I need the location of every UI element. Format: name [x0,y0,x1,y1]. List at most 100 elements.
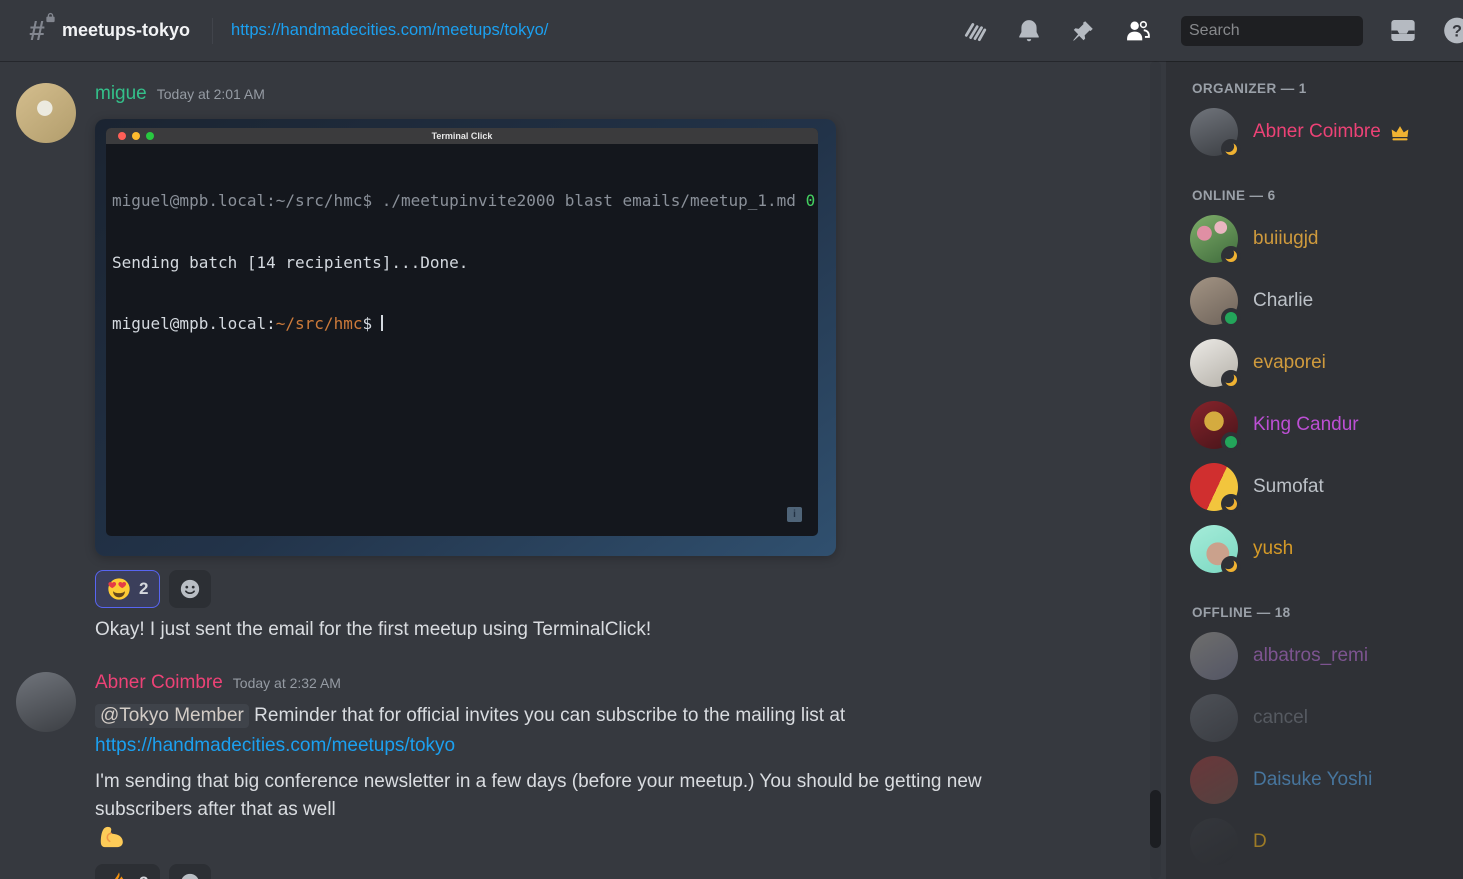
member-name: Charlie [1253,290,1313,312]
terminal-titlebar: Terminal Click [106,128,818,144]
avatar-wrap [1190,339,1238,387]
svg-text:?: ? [1452,22,1462,40]
add-reaction-button[interactable] [169,864,211,879]
member-avatar [1190,632,1238,680]
reaction-fire[interactable]: 2 [95,864,160,879]
avatar-wrap [1190,525,1238,573]
member-name: buiiugjd [1253,228,1319,250]
terminal-screenshot-attachment[interactable]: Terminal Click miguel@mpb.local:~/src/hm… [95,119,836,556]
idle-status-badge [1221,246,1241,266]
message-text: Okay! I just sent the email for the firs… [95,616,1075,644]
terminal-output: miguel@mpb.local:~/src/hmc$ ./meetupinvi… [106,144,818,376]
member-row-charlie[interactable]: Charlie [1190,275,1455,327]
author-name[interactable]: Abner Coimbre [95,672,223,694]
member-name: King Candur [1253,414,1359,436]
channel-header: # meetups-tokyo https://handmadecities.c… [0,0,1463,61]
threads-icon[interactable] [961,17,989,45]
terminal-line-1: miguel@mpb.local:~/src/hmc$ ./meetupinvi… [112,191,810,212]
add-reaction-button[interactable] [169,570,211,608]
message-timestamp: Today at 2:32 AM [233,675,341,691]
terminal-window: Terminal Click miguel@mpb.local:~/src/hm… [106,128,818,536]
message-group-migue: migue Today at 2:01 AM [16,83,1146,644]
avatar-abner-coimbre[interactable] [16,672,76,732]
member-name: Daisuke Yoshi [1253,769,1372,791]
avatar-wrap [1190,632,1238,680]
heart-eyes-emoji [107,577,131,601]
role-mention[interactable]: @Tokyo Member [95,704,249,728]
member-avatar [1190,818,1238,866]
scrollbar-thumb[interactable] [1150,790,1161,848]
member-row-albatros-remi[interactable]: albatros_remi [1190,630,1455,682]
message-timestamp: Today at 2:01 AM [157,86,265,102]
avatar-wrap [1190,818,1238,866]
reaction-row: 2 [95,570,1146,608]
author-name[interactable]: migue [95,83,147,105]
avatar-migue[interactable] [16,83,76,143]
channel-topic-link[interactable]: https://handmadecities.com/meetups/tokyo… [231,21,548,40]
pin-icon[interactable] [1069,17,1097,45]
message-body: migue Today at 2:01 AM [95,83,1146,644]
crown-icon [1390,122,1410,142]
avatar-wrap [1190,277,1238,325]
terminal-line-3: miguel@mpb.local:~/src/hmc$ [112,314,810,335]
online-status-badge [1221,308,1241,328]
inbox-icon[interactable] [1389,17,1417,45]
member-name: Sumofat [1253,476,1324,498]
message-text: Reminder that for official invites you c… [254,705,845,726]
message-text-2: I'm sending that big conference newslett… [95,768,1075,850]
member-list: ORGANIZER — 1 Abner Coimbre ONLINE — 6 [1166,61,1463,879]
message-link-line: https://handmadecities.com/meetups/tokyo [95,732,1075,760]
reaction-row: 2 [95,864,1146,879]
message-body: Abner Coimbre Today at 2:32 AM @Tokyo Me… [95,672,1146,879]
help-icon[interactable]: ? [1443,17,1463,45]
reaction-count: 2 [139,579,148,599]
member-row-cancel[interactable]: cancel [1190,692,1455,744]
add-reaction-smiley-icon [179,872,201,879]
members-icon[interactable] [1123,17,1151,45]
add-reaction-smiley-icon [179,578,201,600]
section-header-organizer: ORGANIZER — 1 [1192,81,1455,96]
message-text-line: @Tokyo Member Reminder that for official… [95,702,1075,730]
idle-status-badge [1221,370,1241,390]
message-header: migue Today at 2:01 AM [95,83,1146,109]
member-row-buiiugjd[interactable]: buiiugjd [1190,213,1455,265]
reaction-heart-eyes[interactable]: 2 [95,570,160,608]
member-avatar [1190,694,1238,742]
search-input[interactable] [1189,22,1396,40]
message-header: Abner Coimbre Today at 2:32 AM [95,672,1146,698]
member-row-abner-coimbre[interactable]: Abner Coimbre [1190,106,1455,158]
avatar-wrap [1190,401,1238,449]
section-header-offline: OFFLINE — 18 [1192,605,1455,620]
section-header-online: ONLINE — 6 [1192,188,1455,203]
online-status-badge [1221,432,1241,452]
member-row-yush[interactable]: yush [1190,523,1455,575]
reaction-count: 2 [139,873,148,879]
member-row-evaporei[interactable]: evaporei [1190,337,1455,389]
scrollbar-track [1150,61,1161,879]
idle-status-badge [1221,556,1241,576]
fire-emoji [107,871,131,879]
member-row-sumofat[interactable]: Sumofat [1190,461,1455,513]
header-toolbar: ? [961,16,1463,46]
flexed-biceps-emoji [99,824,125,850]
terminal-title: Terminal Click [106,131,818,141]
avatar-wrap [1190,756,1238,804]
member-row-king-candur[interactable]: King Candur [1190,399,1455,451]
message-link[interactable]: https://handmadecities.com/meetups/tokyo [95,735,455,756]
member-name: D [1253,831,1267,853]
member-name: evaporei [1253,352,1326,374]
terminal-cursor [381,315,383,331]
member-row-clipped[interactable]: D [1190,816,1455,868]
channel-name: meetups-tokyo [62,20,190,41]
main-area: migue Today at 2:01 AM [0,61,1463,879]
chat-scrollbar [1146,61,1166,879]
discord-app: # meetups-tokyo https://handmadecities.c… [0,0,1463,879]
member-avatar [1190,756,1238,804]
avatar-wrap [1190,694,1238,742]
message-text: I'm sending that big conference newslett… [95,771,982,820]
member-row-daisuke-yoshi[interactable]: Daisuke Yoshi [1190,754,1455,806]
header-divider [212,18,213,44]
idle-status-badge [1221,494,1241,514]
bell-icon[interactable] [1015,17,1043,45]
hash-lock-icon: # [22,14,52,48]
